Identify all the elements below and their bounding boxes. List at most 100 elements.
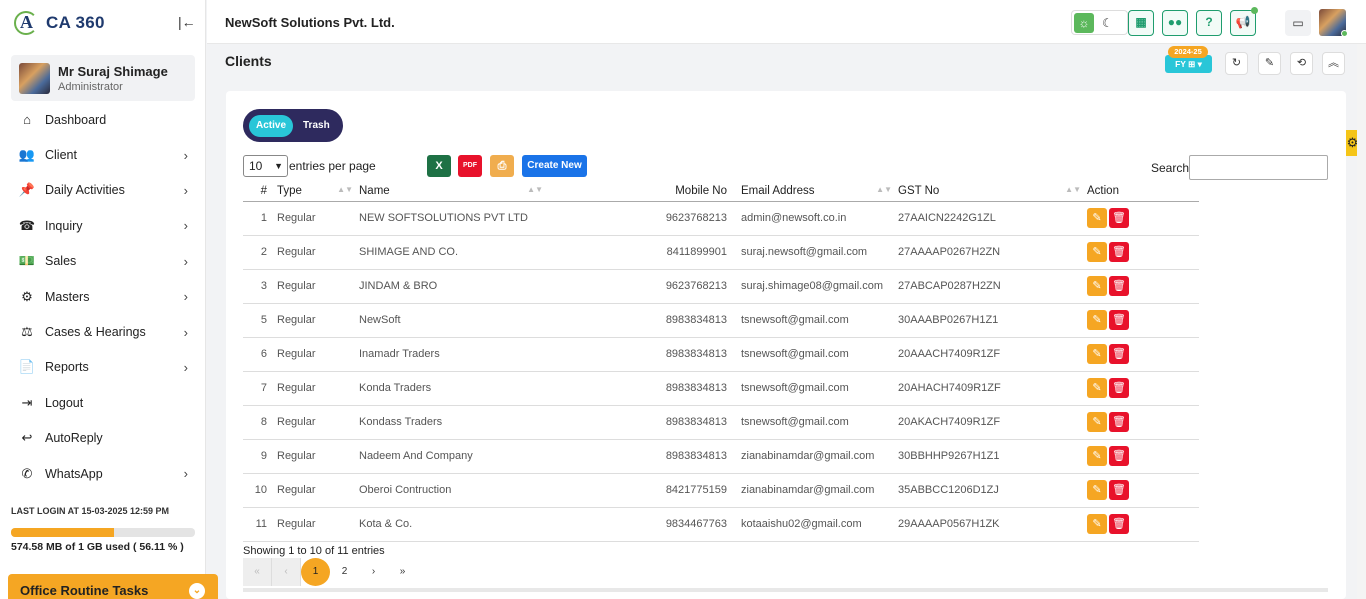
user-name: Mr Suraj Shimage [58, 63, 168, 79]
delete-button[interactable]: 🗑 [1109, 378, 1129, 398]
sidebar-item-masters[interactable]: ⚙ Masters › [0, 279, 206, 314]
collapse-up-button[interactable]: ︽ [1322, 52, 1345, 75]
delete-button[interactable]: 🗑 [1109, 310, 1129, 330]
cell-email: zianabinamdar@gmail.com [741, 439, 898, 474]
trash-icon: 🗑 [1112, 518, 1126, 530]
sidebar-item-autoreply[interactable]: ↩ AutoReply [0, 421, 206, 456]
office-routine-tasks-button[interactable]: Office Routine Tasks ⌄ [8, 574, 218, 599]
pagination: «‹ 1 2 ›» [243, 558, 417, 586]
column-header-gst[interactable]: GST No ▲▼ [898, 181, 1087, 202]
financial-year-badge: 2024-25 [1168, 46, 1208, 58]
column-header-action: Action [1087, 181, 1199, 202]
sidebar-item-reports[interactable]: 📄 Reports › [0, 350, 206, 385]
table-row: 2 Regular SHIMAGE AND CO. 8411899901 suraj.n… [243, 235, 1199, 270]
delete-button[interactable]: 🗑 [1109, 446, 1129, 466]
edit-button[interactable]: ✎ [1087, 276, 1107, 296]
last-login-text: LAST LOGIN AT 15-03-2025 12:59 PM [11, 506, 170, 516]
print-icon: ⎙ [497, 160, 507, 172]
cell-gst: 27AAAAP0267H2ZN [898, 235, 1087, 270]
help-button[interactable]: ? [1196, 10, 1222, 36]
qr-code-button[interactable]: ▦ [1128, 10, 1154, 36]
collapse-sidebar-icon[interactable]: |← [178, 14, 196, 30]
trash-icon: 🗑 [1112, 416, 1126, 428]
sidebar-item-whatsapp[interactable]: ✆ WhatsApp › [0, 456, 206, 491]
sidebar-item-client[interactable]: 👥 Client › [0, 137, 206, 172]
delete-button[interactable]: 🗑 [1109, 208, 1129, 228]
chevron-right-icon: › [183, 253, 188, 269]
gears-icon: ⚙ [21, 288, 33, 304]
table-horizontal-scrollbar[interactable] [243, 588, 1328, 592]
sun-icon[interactable]: ☼ [1074, 12, 1094, 33]
sidebar-item-daily-activities[interactable]: 📌 Daily Activities › [0, 173, 206, 208]
cell-name: NewSoft [359, 303, 549, 338]
pagination-item[interactable]: « [243, 558, 272, 586]
team-button[interactable]: ●● [1162, 10, 1188, 36]
delete-button[interactable]: 🗑 [1109, 344, 1129, 364]
create-new-button[interactable]: Create New [522, 155, 587, 177]
trash-icon: 🗑 [1112, 280, 1126, 292]
edit-button[interactable]: ✎ [1087, 310, 1107, 330]
refresh-button[interactable]: ↻ [1225, 52, 1248, 75]
page-scrollbar[interactable] [1357, 44, 1366, 599]
moon-icon[interactable]: ☾ [1102, 16, 1113, 30]
chat-button[interactable]: ▭ [1285, 10, 1311, 36]
user-profile[interactable]: Mr Suraj Shimage Administrator [11, 55, 195, 101]
edit-button[interactable]: ✎ [1087, 480, 1107, 500]
trash-icon: 🗑 [1112, 246, 1126, 258]
column-header-email[interactable]: Email Address ▲▼ [741, 181, 898, 202]
theme-toggle[interactable]: ☼ ☾ [1071, 10, 1128, 35]
export-pdf-button[interactable]: PDF [458, 155, 482, 177]
edit-button[interactable]: ✎ [1087, 446, 1107, 466]
pagination-item[interactable]: 2 [330, 558, 359, 586]
sidebar-item-cases-hearings[interactable]: ⚖ Cases & Hearings › [0, 314, 206, 349]
entries-per-page-select[interactable]: 10 ▼ [243, 155, 288, 177]
edit-button[interactable]: ✎ [1087, 242, 1107, 262]
chevron-down-icon: ⌄ [189, 583, 205, 599]
cell-mobile: 8983834813 [549, 337, 741, 372]
pagination-item[interactable]: › [359, 558, 388, 586]
sidebar-item-logout[interactable]: ⇥ Logout [0, 385, 206, 420]
print-button[interactable]: ⎙ [490, 155, 514, 177]
chevron-right-icon: › [183, 147, 188, 163]
sidebar-item-sales[interactable]: 💵 Sales › [0, 244, 206, 279]
brand-logo[interactable]: A CA 360 [14, 10, 105, 36]
chevron-right-icon: › [183, 289, 188, 305]
delete-button[interactable]: 🗑 [1109, 276, 1129, 296]
delete-button[interactable]: 🗑 [1109, 412, 1129, 432]
cell-mobile: 8421775159 [549, 473, 741, 508]
page-title: Clients [225, 53, 272, 69]
edit-button[interactable]: ✎ [1087, 344, 1107, 364]
edit-icon: ✎ [1092, 314, 1102, 326]
cell-gst: 30AAABP0267H1Z1 [898, 303, 1087, 338]
sidebar-item-dashboard[interactable]: ⌂ Dashboard [0, 102, 206, 137]
tab-trash[interactable]: Trash [303, 120, 330, 131]
delete-button[interactable]: 🗑 [1109, 514, 1129, 534]
search-input[interactable] [1189, 155, 1328, 180]
column-header-name[interactable]: Name ▲▼ [359, 181, 549, 202]
sync-button[interactable]: ⟲ [1290, 52, 1313, 75]
tab-active[interactable]: Active [249, 114, 293, 137]
export-excel-button[interactable]: X [427, 155, 451, 177]
announcement-button[interactable]: 📢 [1230, 7, 1258, 36]
column-header-num[interactable]: # [243, 181, 275, 202]
delete-button[interactable]: 🗑 [1109, 480, 1129, 500]
edit-icon: ✎ [1092, 212, 1102, 224]
column-header-mobile[interactable]: Mobile No [549, 181, 741, 202]
pin-button[interactable]: ✎ [1258, 52, 1281, 75]
pagination-item[interactable]: ‹ [272, 558, 301, 586]
edit-button[interactable]: ✎ [1087, 208, 1107, 228]
delete-button[interactable]: 🗑 [1109, 242, 1129, 262]
edit-button[interactable]: ✎ [1087, 412, 1107, 432]
column-header-type[interactable]: Type ▲▼ [275, 181, 359, 202]
table-row: 11 Regular Kota & Co. 9834467763 kotaaishu02… [243, 507, 1199, 542]
sidebar-item-inquiry[interactable]: ☎ Inquiry › [0, 208, 206, 243]
sort-icon: ▲▼ [1065, 185, 1081, 194]
pagination-item[interactable]: » [388, 558, 417, 586]
sort-icon: ▲▼ [337, 185, 353, 194]
pin-icon: 📌 [18, 182, 36, 198]
edit-button[interactable]: ✎ [1087, 378, 1107, 398]
edit-icon: ✎ [1092, 348, 1102, 360]
cell-email: suraj.newsoft@gmail.com [741, 235, 898, 270]
pagination-item[interactable]: 1 [301, 558, 330, 586]
edit-button[interactable]: ✎ [1087, 514, 1107, 534]
